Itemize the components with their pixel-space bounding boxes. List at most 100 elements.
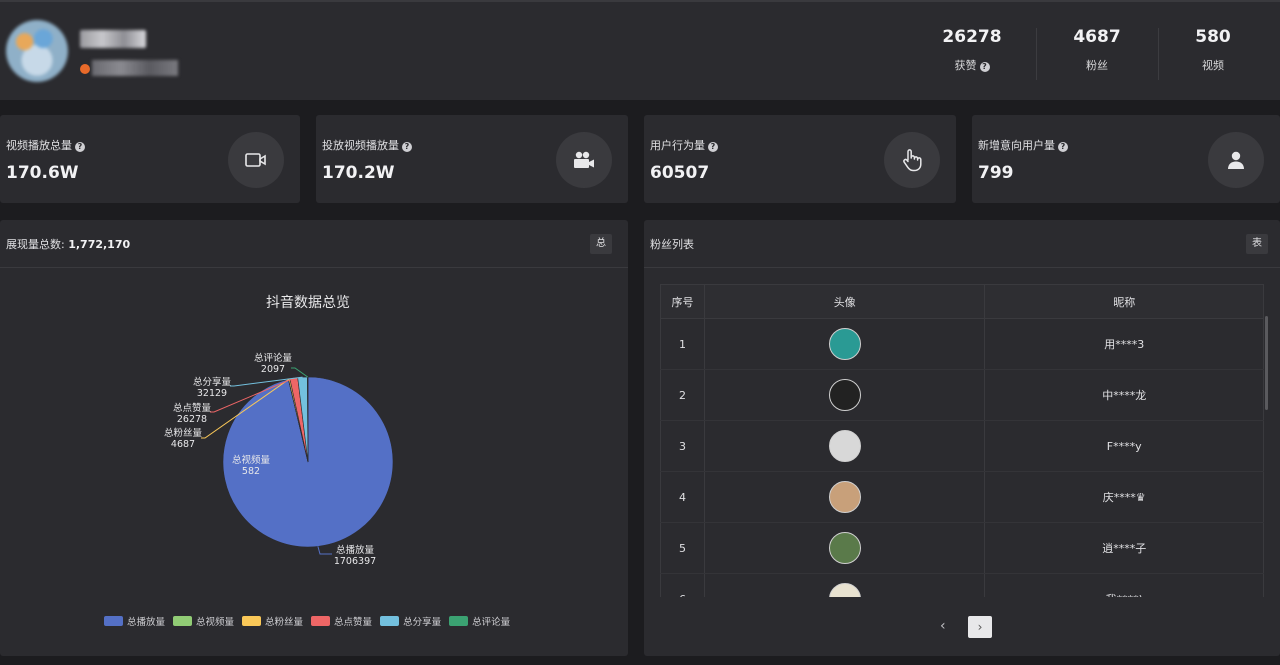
avatar[interactable] (828, 532, 861, 564)
pie-slice-name: 总点赞量 (173, 402, 212, 414)
legend-label: 总评论量 (472, 617, 511, 628)
legend-item[interactable]: 总视频量 (173, 614, 234, 628)
legend-label: 总粉丝量 (265, 617, 304, 628)
row-avatar-cell (703, 471, 986, 523)
column-header[interactable]: 昵称 (984, 284, 1264, 319)
help-icon[interactable]: ? (708, 142, 718, 152)
table-row[interactable]: 2 中****龙 (660, 369, 1264, 421)
card-title: 新增意向用户量 (978, 139, 1055, 152)
legend-swatch (104, 616, 123, 626)
pie-slice-name: 总粉丝量 (164, 427, 203, 439)
row-avatar-cell (703, 369, 986, 421)
pie-slice-name: 总视频量 (232, 454, 271, 466)
row-index: 3 (660, 420, 705, 472)
avatar[interactable] (828, 328, 861, 360)
row-avatar-cell (703, 522, 986, 574)
pie-slice-value: 26278 (177, 414, 207, 425)
legend-item[interactable]: 总评论量 (449, 614, 510, 628)
pie-slice-value: 582 (242, 466, 260, 477)
card-title: 投放视频播放量 (322, 139, 399, 152)
avatar[interactable] (828, 481, 861, 513)
card-user-actions: 用户行为量? 60507 (644, 115, 956, 203)
row-avatar-cell (703, 318, 986, 370)
row-index: 2 (660, 369, 705, 421)
profile-avatar[interactable] (6, 20, 68, 82)
stat-likes: 26278 获赞? (917, 24, 1027, 74)
help-icon[interactable]: ? (402, 142, 412, 152)
pie-slice-value: 2097 (261, 364, 285, 375)
profile-name-redacted (80, 30, 146, 48)
overview-chart-panel: 展现量总数: 1,772,170 总 抖音数据总览 总播放量 1706397 总视频… (0, 220, 628, 656)
avatar[interactable] (828, 430, 861, 462)
legend-swatch (311, 616, 331, 626)
table-scrollbar[interactable] (1265, 316, 1268, 410)
legend-swatch (380, 616, 400, 626)
avatar[interactable] (828, 583, 861, 597)
legend-label: 总视频量 (196, 617, 235, 628)
pie-slice-name: 总评论量 (254, 352, 293, 364)
pie-label-line (317, 546, 332, 555)
pie-chart: 抖音数据总览 总播放量1706397 总视频量582 总粉丝量4687 总点赞量262… (164, 294, 394, 567)
profile-header: 26278 获赞? 4687 粉丝 580 视频 (0, 0, 1280, 100)
column-header[interactable]: 头像 (703, 284, 986, 319)
help-icon[interactable]: ? (1058, 142, 1068, 152)
profile-id-redacted (92, 60, 178, 76)
pie-label-line (291, 367, 308, 378)
legend-item[interactable]: 总点赞量 (311, 614, 372, 628)
table-row[interactable]: 4 庆****♛ (660, 471, 1264, 523)
table-row[interactable]: 1 用****3 (660, 318, 1264, 370)
stat-videos: 580 视频 (1158, 24, 1268, 74)
card-video-plays: 视频播放总量? 170.6W (0, 115, 300, 203)
card-value: 60507 (650, 163, 710, 183)
legend-label: 总播放量 (127, 617, 166, 628)
chart-legend: 总播放量 总视频量 总粉丝量 总点赞量 总分享量 总评论量 (104, 614, 510, 628)
fans-table-scroll[interactable]: 序号 头像 昵称 1 用****3 2 中****龙 3 F****y 4 庆****♛ 5 逍*… (644, 220, 1280, 597)
stat-likes-label: 获赞 (954, 59, 977, 72)
row-nickname: 逍****子 (984, 522, 1264, 574)
legend-item[interactable]: 总粉丝量 (242, 614, 303, 628)
pager-next-button[interactable]: › (968, 616, 992, 638)
help-icon[interactable]: ? (75, 142, 85, 152)
card-value: 170.2W (322, 163, 395, 183)
row-nickname: 庆****♛ (984, 471, 1264, 523)
table-row[interactable]: 6 我****) (660, 573, 1264, 597)
table-row[interactable]: 3 F****y (660, 420, 1264, 472)
legend-label: 总点赞量 (334, 617, 373, 628)
pager-prev-button[interactable]: ‹ (940, 618, 946, 634)
stat-fans-label: 粉丝 (1086, 59, 1108, 72)
row-index: 6 (660, 573, 705, 597)
row-nickname: F****y (984, 420, 1264, 472)
table-row[interactable]: 5 逍****子 (660, 522, 1264, 574)
help-icon[interactable]: ? (979, 62, 990, 72)
row-avatar-cell (703, 573, 986, 597)
stat-videos-value: 580 (1195, 27, 1231, 47)
row-index: 5 (660, 522, 705, 574)
legend-label: 总分享量 (403, 617, 442, 628)
row-index: 4 (660, 471, 705, 523)
legend-swatch (449, 616, 469, 626)
stat-fans: 4687 粉丝 (1042, 24, 1152, 74)
video-camera-icon (228, 132, 284, 188)
chart-title: 抖音数据总览 (266, 294, 350, 311)
stat-likes-value: 26278 (942, 27, 1002, 47)
stat-videos-label: 视频 (1202, 59, 1224, 72)
pie-slice-name: 总分享量 (193, 376, 232, 388)
legend-item[interactable]: 总分享量 (380, 614, 441, 628)
pie-slice-value: 4687 (171, 439, 195, 450)
user-icon (1208, 132, 1264, 188)
stat-fans-value: 4687 (1073, 27, 1121, 47)
card-new-intent-users: 新增意向用户量? 799 (972, 115, 1280, 203)
pie-slice-value: 32129 (197, 388, 227, 399)
column-header[interactable]: 序号 (660, 284, 705, 319)
pie-slice-value: 1706397 (334, 556, 376, 567)
row-nickname: 我****) (984, 573, 1264, 597)
table-header-row: 序号 头像 昵称 (660, 284, 1264, 319)
legend-swatch (242, 616, 262, 626)
fans-list-panel: 粉丝列表 表 序号 头像 昵称 1 用****3 2 中****龙 3 F****y 4 庆*… (644, 220, 1280, 656)
avatar[interactable] (828, 379, 861, 411)
fans-table: 序号 头像 昵称 1 用****3 2 中****龙 3 F****y 4 庆****♛ 5 逍*… (660, 284, 1264, 597)
legend-item[interactable]: 总播放量 (104, 614, 165, 628)
legend-swatch (173, 616, 193, 626)
row-index: 1 (660, 318, 705, 370)
verified-badge-icon (80, 64, 90, 74)
